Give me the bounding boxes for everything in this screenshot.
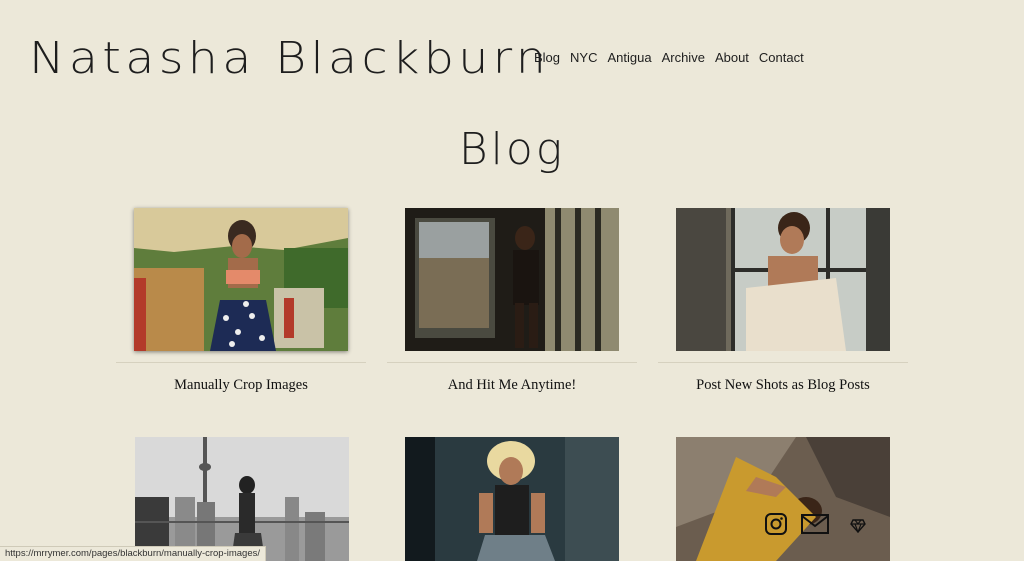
post-title-3[interactable]: Post New Shots as Blog Posts: [658, 377, 908, 394]
post-thumbnail-3[interactable]: [676, 208, 890, 351]
post-thumbnail-4[interactable]: [135, 437, 349, 561]
diamond-icon[interactable]: [850, 519, 866, 533]
nav-blog[interactable]: Blog: [534, 48, 560, 68]
nav-antigua[interactable]: Antigua: [607, 48, 651, 68]
status-bar-url: https://mrrymer.com/pages/blackburn/manu…: [0, 546, 267, 561]
main-nav: Blog NYC Antigua Archive About Contact: [534, 48, 814, 68]
post-title-1[interactable]: Manually Crop Images: [116, 377, 366, 394]
nav-about[interactable]: About: [715, 48, 749, 68]
nav-archive[interactable]: Archive: [662, 48, 705, 68]
nav-nyc[interactable]: NYC: [570, 48, 597, 68]
instagram-icon[interactable]: [764, 512, 788, 536]
nav-contact[interactable]: Contact: [759, 48, 804, 68]
post-title-2[interactable]: And Hit Me Anytime!: [387, 377, 637, 394]
mail-icon[interactable]: [800, 512, 830, 536]
post-thumbnail-2[interactable]: [405, 208, 619, 351]
site-title[interactable]: Natasha Blackburn: [29, 30, 550, 88]
post-thumbnail-1[interactable]: [134, 208, 348, 351]
divider: [116, 362, 366, 363]
post-thumbnail-6[interactable]: [676, 437, 890, 561]
divider: [658, 362, 908, 363]
page-heading: Blog: [458, 124, 566, 175]
divider: [387, 362, 637, 363]
post-thumbnail-5[interactable]: [405, 437, 619, 561]
